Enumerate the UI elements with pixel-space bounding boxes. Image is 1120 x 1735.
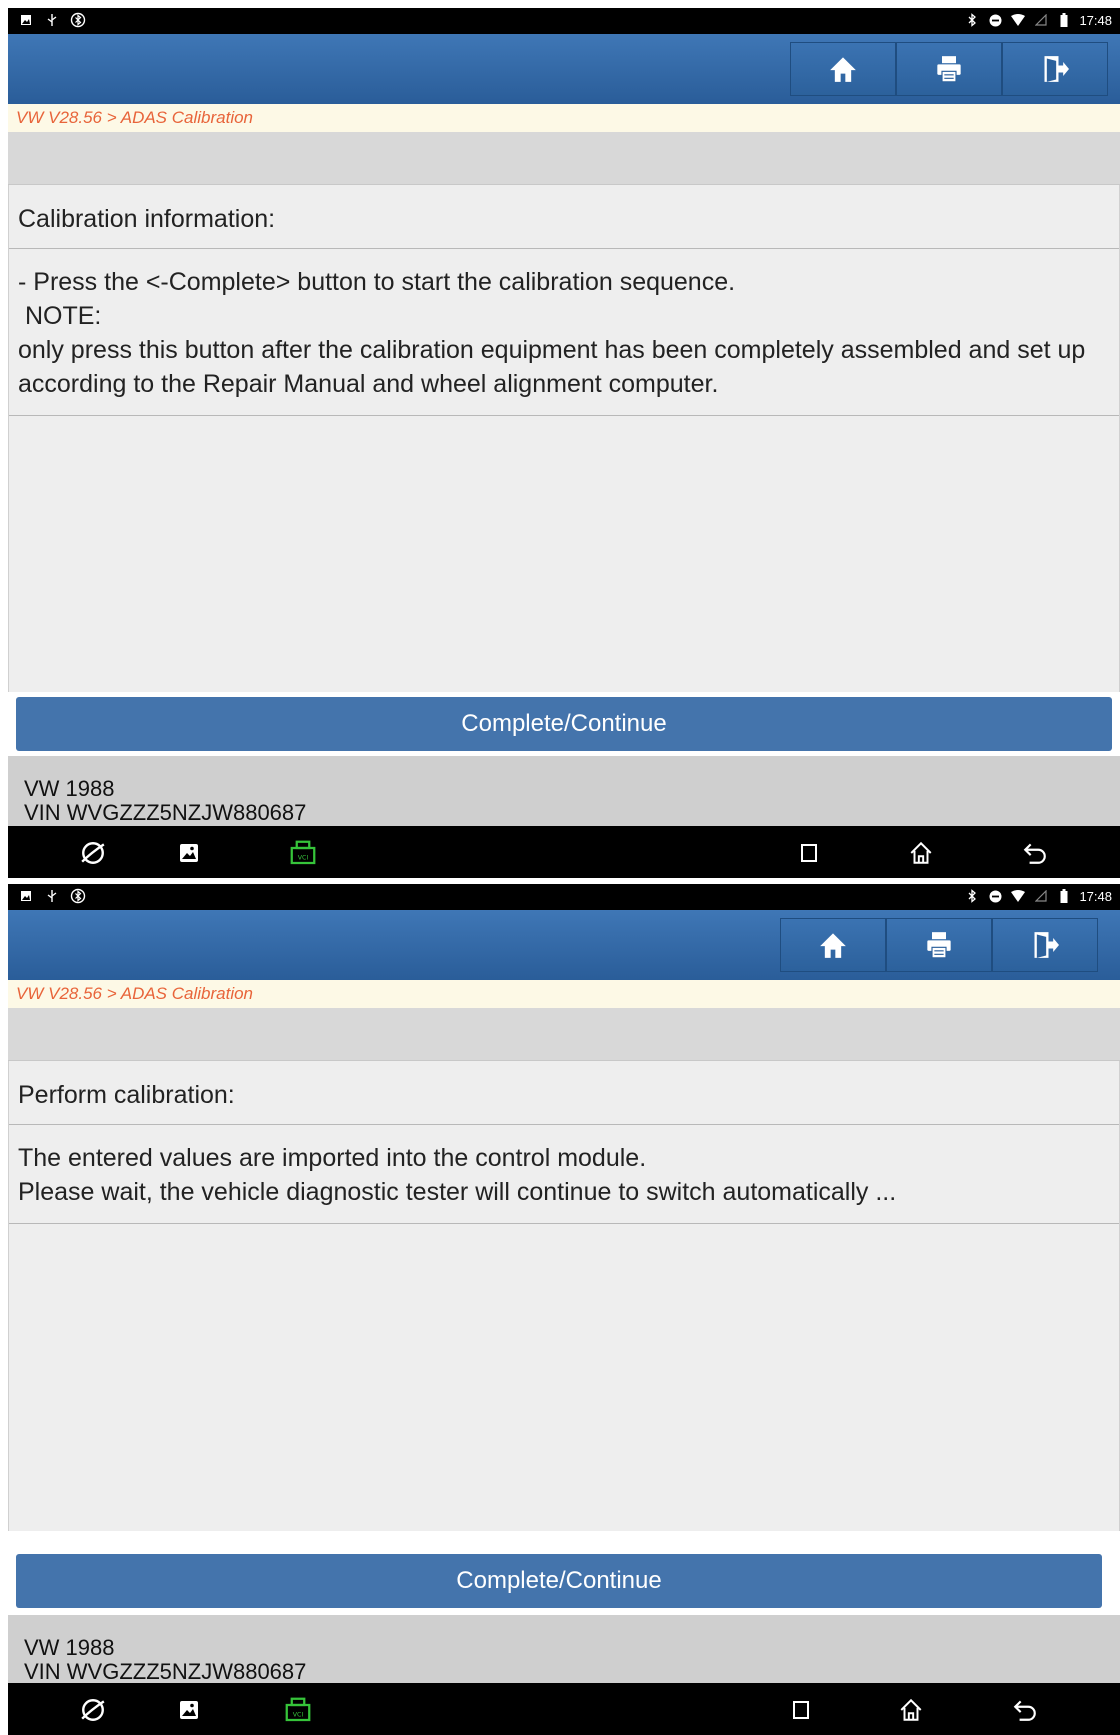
- screenshot-1: 17:48 VW V28.56 > ADAS Calibration Calib…: [8, 8, 1120, 878]
- home-icon: [829, 55, 857, 83]
- status-time: 17:48: [1079, 12, 1112, 28]
- vehicle-model: VW 1988: [24, 1635, 115, 1660]
- exit-icon: [1041, 55, 1069, 83]
- status-bar: 17:48: [8, 884, 1120, 910]
- vehicle-vin: VIN WVGZZZ5NZJW880687: [24, 1659, 307, 1684]
- info-panel: Perform calibration: The entered values …: [8, 1061, 1120, 1531]
- vehicle-model: VW 1988: [24, 776, 115, 801]
- bluetooth-circle-icon: [70, 12, 86, 28]
- exit-button[interactable]: [1002, 42, 1108, 96]
- section-title: Calibration information:: [9, 185, 1119, 249]
- signal-icon: [1033, 12, 1049, 28]
- complete-continue-button[interactable]: Complete/Continue: [16, 1554, 1102, 1608]
- home-nav-icon[interactable]: [896, 1695, 926, 1725]
- home-button[interactable]: [780, 918, 886, 972]
- app-toolbar: [8, 34, 1120, 104]
- bluetooth-circle-icon: [70, 888, 86, 904]
- browser-icon[interactable]: [78, 1695, 108, 1725]
- message-body: - Press the <-Complete> button to start …: [9, 249, 1119, 416]
- bluetooth-icon: [964, 888, 980, 904]
- recent-apps-icon[interactable]: [794, 838, 824, 868]
- usb-icon: [44, 12, 60, 28]
- button-area: Complete/Continue: [8, 1549, 1120, 1615]
- signal-icon: [1033, 888, 1049, 904]
- print-button[interactable]: [896, 42, 1002, 96]
- vehicle-info-panel: VW 1988 VIN WVGZZZ5NZJW880687: [8, 756, 1120, 826]
- usb-icon: [44, 888, 60, 904]
- print-button[interactable]: [886, 918, 992, 972]
- breadcrumb: VW V28.56 > ADAS Calibration: [8, 980, 1120, 1008]
- vehicle-vin: VIN WVGZZZ5NZJW880687: [24, 800, 307, 825]
- status-time: 17:48: [1079, 888, 1112, 904]
- message-line: The entered values are imported into the…: [18, 1144, 647, 1172]
- browser-icon[interactable]: [78, 838, 108, 868]
- message-body: The entered values are imported into the…: [9, 1125, 1119, 1224]
- button-area: Complete/Continue: [8, 692, 1120, 756]
- do-not-disturb-icon: [987, 888, 1003, 904]
- message-line: Please wait, the vehicle diagnostic test…: [18, 1178, 897, 1206]
- subheader-bar: [8, 132, 1120, 185]
- status-bar: 17:48: [8, 8, 1120, 34]
- wifi-icon: [1010, 888, 1026, 904]
- vci-icon[interactable]: [288, 838, 318, 868]
- printer-icon: [935, 55, 963, 83]
- section-title: Perform calibration:: [9, 1061, 1119, 1125]
- vehicle-info-panel: VW 1988 VIN WVGZZZ5NZJW880687: [8, 1615, 1120, 1684]
- home-icon: [819, 931, 847, 959]
- notification-image-icon: [18, 12, 34, 28]
- recent-apps-icon[interactable]: [786, 1695, 816, 1725]
- message-line: - Press the <-Complete> button to start …: [18, 268, 736, 296]
- screenshot-2: 17:48 VW V28.56 > ADAS Calibration Perfo…: [8, 884, 1120, 1735]
- complete-continue-button[interactable]: Complete/Continue: [16, 697, 1112, 751]
- wifi-icon: [1010, 12, 1026, 28]
- battery-icon: [1056, 12, 1072, 28]
- back-icon[interactable]: [1020, 838, 1050, 868]
- exit-button[interactable]: [992, 918, 1098, 972]
- back-icon[interactable]: [1010, 1695, 1040, 1725]
- gallery-icon[interactable]: [174, 838, 204, 868]
- subheader-bar: [8, 1008, 1120, 1061]
- app-toolbar: [8, 910, 1120, 980]
- printer-icon: [925, 931, 953, 959]
- battery-icon: [1056, 888, 1072, 904]
- message-line: NOTE:: [18, 302, 102, 330]
- home-button[interactable]: [790, 42, 896, 96]
- home-nav-icon[interactable]: [906, 838, 936, 868]
- breadcrumb: VW V28.56 > ADAS Calibration: [8, 104, 1120, 132]
- notification-image-icon: [18, 888, 34, 904]
- message-line: only press this button after the calibra…: [18, 336, 1093, 398]
- do-not-disturb-icon: [987, 12, 1003, 28]
- bluetooth-icon: [964, 12, 980, 28]
- android-nav-bar: [8, 826, 1120, 878]
- android-nav-bar: [8, 1683, 1120, 1735]
- vci-icon[interactable]: [283, 1695, 313, 1725]
- gallery-icon[interactable]: [174, 1695, 204, 1725]
- info-panel: Calibration information: - Press the <-C…: [8, 185, 1120, 692]
- exit-icon: [1031, 931, 1059, 959]
